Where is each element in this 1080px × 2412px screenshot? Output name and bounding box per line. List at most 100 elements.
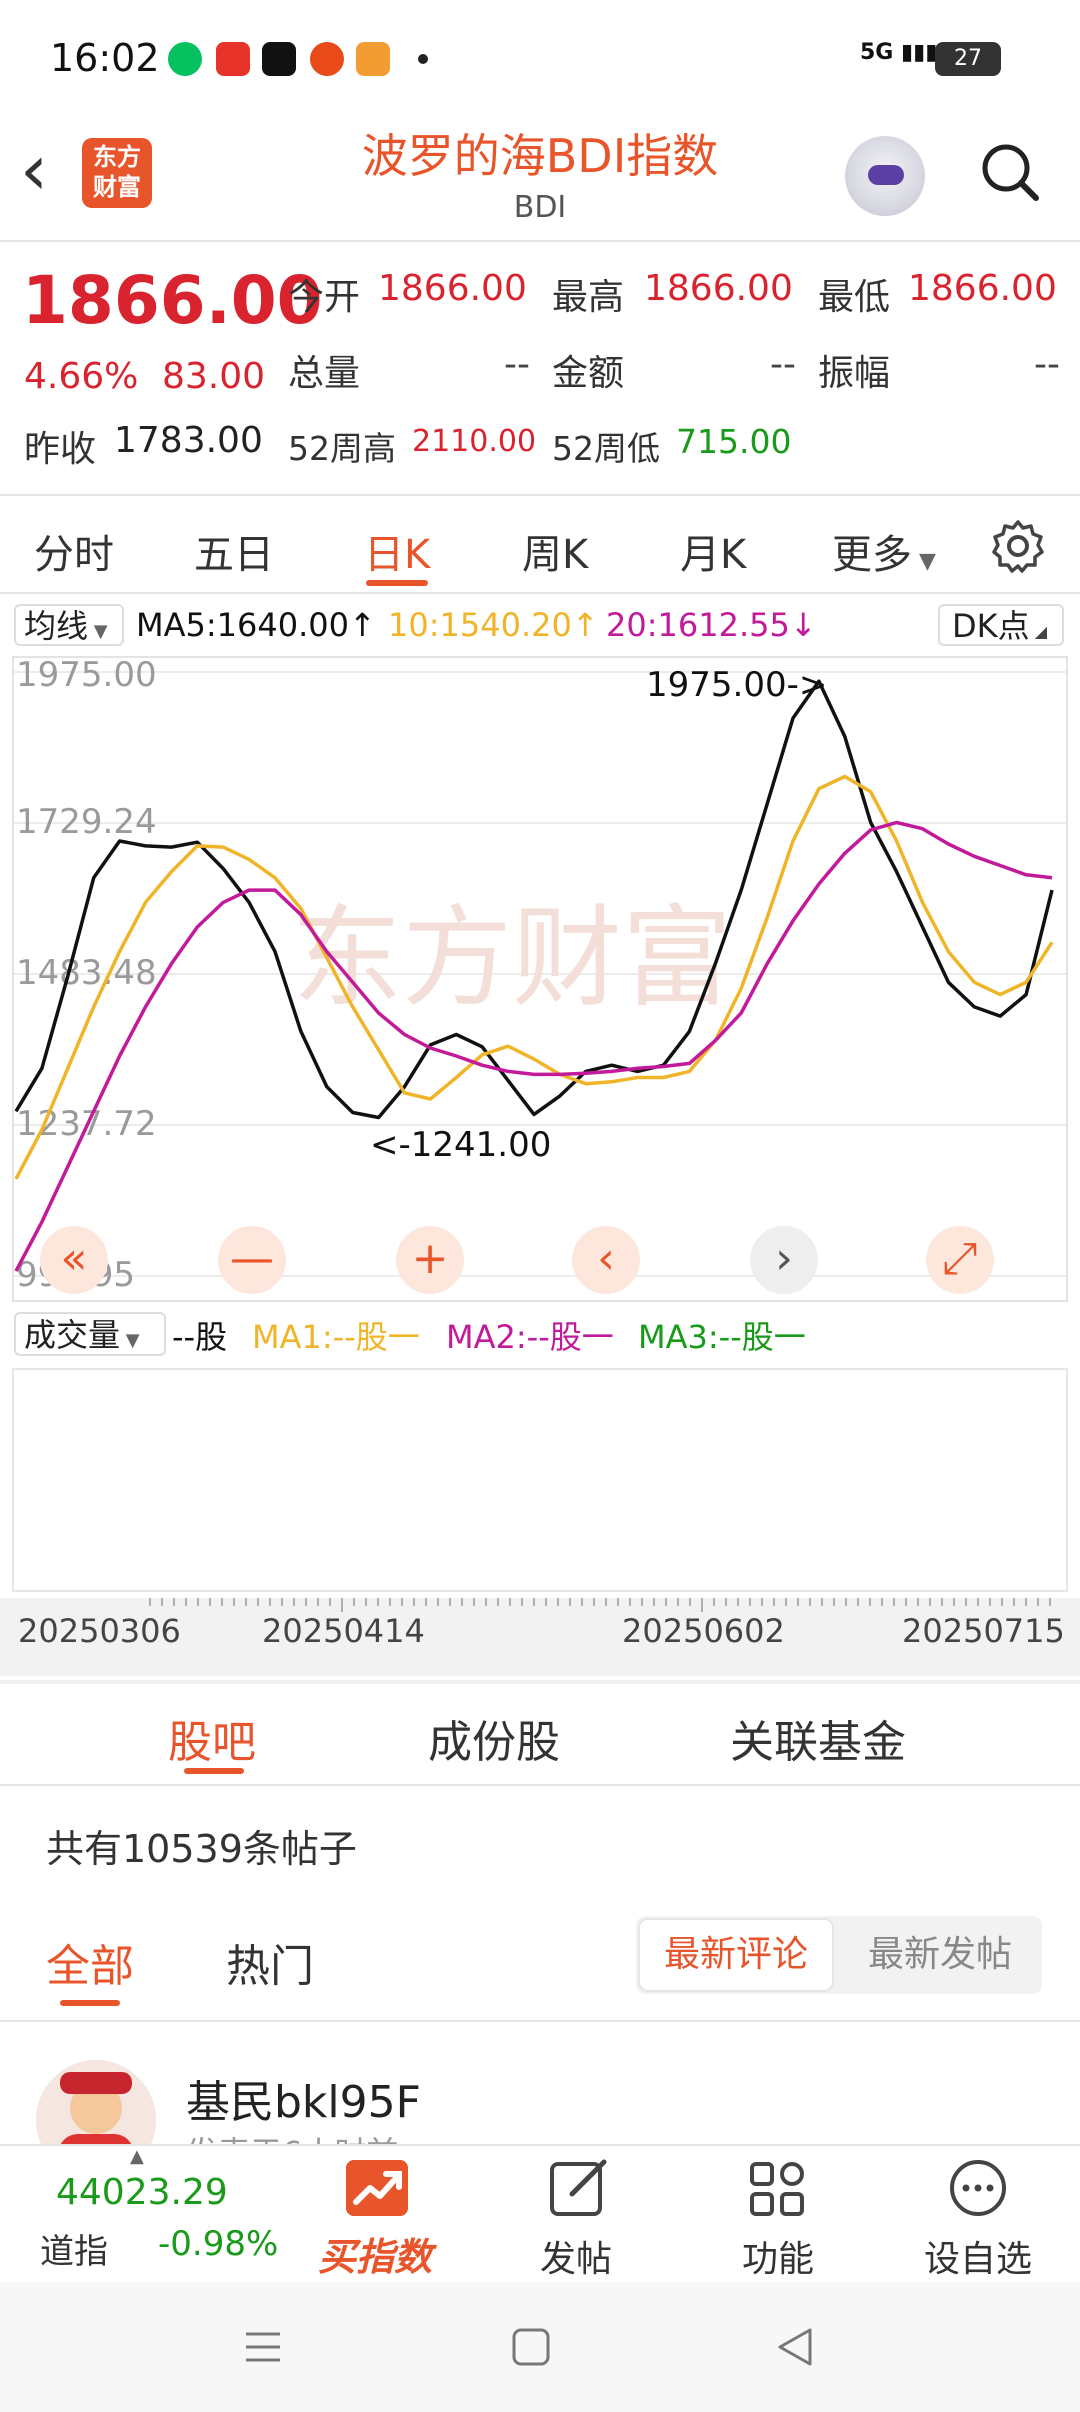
post-username[interactable]: 基民bkl95F	[186, 2066, 421, 2130]
add-watchlist-button[interactable]: 设自选	[924, 2230, 1032, 2282]
tab-monthly-k[interactable]: 月K	[680, 522, 746, 580]
volume-indicator-select[interactable]: 成交量 ▼	[14, 1312, 166, 1356]
amount-value: --	[770, 344, 796, 385]
date-label: 20250414	[262, 1612, 425, 1650]
amplitude-value: --	[1034, 344, 1060, 385]
volume-ma2: MA2:--股一	[446, 1318, 614, 1356]
tiktok-icon	[262, 42, 296, 76]
fullscreen-button[interactable]: ⤢	[926, 1226, 994, 1294]
back-button[interactable]: ‹	[20, 135, 80, 210]
system-nav-bar	[0, 2282, 1080, 2412]
low-annotation: <-1241.00	[370, 1125, 551, 1165]
52w-low-value: 715.00	[676, 422, 792, 461]
chevron-down-icon: ▼	[120, 1330, 140, 1351]
active-tab-indicator	[366, 580, 428, 586]
tab-more-label: 更多	[832, 532, 912, 578]
52w-high-value: 2110.00	[412, 424, 537, 459]
ma5-value: MA5:1640.00↑	[136, 606, 376, 644]
52w-high-label: 52周高	[288, 429, 396, 468]
tab-stock-forum[interactable]: 股吧	[168, 1706, 256, 1770]
filter-all[interactable]: 全部	[46, 1930, 134, 1994]
volume-ma1: MA1:--股一	[252, 1318, 420, 1356]
dk-point-label: DK点	[952, 607, 1030, 645]
search-icon[interactable]	[978, 140, 1042, 204]
grid-icon[interactable]	[746, 2156, 810, 2220]
trend-up-icon[interactable]	[346, 2160, 408, 2216]
app-logo: 东方财富	[82, 138, 152, 208]
edit-post-icon[interactable]	[546, 2156, 610, 2220]
zoom-out-button[interactable]: —	[218, 1226, 286, 1294]
tab-weekly-k[interactable]: 周K	[522, 522, 588, 580]
post-count: 共有10539条帖子	[46, 1827, 357, 1871]
dk-point-select[interactable]: DK点 ◢	[938, 604, 1064, 646]
caret-up-icon: ▲	[130, 2146, 144, 2167]
amount-label: 金额	[552, 353, 625, 394]
robot-visor	[868, 165, 904, 185]
k-line-chart[interactable]: 东方财富 1975.001729.241483.481237.72991.95 …	[12, 656, 1068, 1302]
post-button[interactable]: 发帖	[540, 2230, 612, 2282]
dow-index-value[interactable]: 44023.29	[56, 2172, 228, 2213]
clock: 16:02	[50, 36, 160, 80]
tab-five-day[interactable]: 五日	[194, 522, 274, 580]
low-label: 最低	[818, 277, 891, 318]
header-divider	[0, 240, 1080, 242]
volume-label: 总量	[288, 353, 361, 394]
community-divider	[0, 1784, 1080, 1786]
page-title: 波罗的海BDI指数	[361, 129, 719, 183]
quote-divider	[0, 494, 1080, 496]
date-label: 20250602	[622, 1612, 785, 1650]
weibo-icon	[310, 42, 344, 76]
y-tick-label: 1483.48	[16, 953, 157, 993]
buy-index-button[interactable]: 买指数	[318, 2226, 432, 2281]
tab-constituents[interactable]: 成份股	[428, 1706, 560, 1770]
volume-select-label: 成交量	[24, 1316, 121, 1354]
date-label: 20250306	[18, 1612, 181, 1650]
tab-related-funds[interactable]: 关联基金	[730, 1706, 906, 1770]
zoom-in-button[interactable]: +	[396, 1226, 464, 1294]
next-button[interactable]: ›	[750, 1226, 818, 1294]
sort-latest-comment[interactable]: 最新评论	[638, 1918, 834, 1992]
prev-close-value: 1783.00	[114, 420, 263, 461]
video-app-icon	[216, 42, 250, 76]
rewind-button[interactable]: «	[40, 1226, 108, 1294]
indicator-select[interactable]: 均线 ▼	[14, 604, 124, 646]
battery-icon: 27	[935, 42, 1001, 76]
prev-close-label: 昨收	[24, 429, 97, 470]
corner-triangle-icon: ◢	[1029, 622, 1048, 641]
section-divider	[0, 1680, 1080, 1684]
low-value: 1866.00	[908, 268, 1057, 309]
open-value: 1866.00	[378, 268, 527, 309]
avatar-hat	[60, 2072, 132, 2094]
change-value: 83.00	[162, 356, 266, 397]
filter-hot[interactable]: 热门	[226, 1930, 314, 1994]
high-value: 1866.00	[644, 268, 793, 309]
dow-index-name[interactable]: 道指	[40, 2224, 108, 2273]
indicator-select-label: 均线	[24, 607, 89, 645]
prev-button[interactable]: ‹	[572, 1226, 640, 1294]
page-subtitle: BDI	[513, 190, 567, 225]
function-button[interactable]: 功能	[742, 2230, 814, 2282]
back-nav-icon[interactable]	[772, 2324, 818, 2370]
volume-chart[interactable]	[12, 1368, 1068, 1592]
network-type: 5G	[860, 40, 894, 65]
wechat-icon	[168, 42, 202, 76]
tab-daily-k[interactable]: 日K	[364, 522, 430, 580]
sort-latest-post[interactable]: 最新发帖	[840, 1918, 1040, 1992]
gear-icon[interactable]	[990, 518, 1046, 574]
dow-index-change[interactable]: -0.98%	[158, 2224, 278, 2264]
menu-icon[interactable]	[240, 2324, 286, 2370]
more-circle-icon[interactable]	[946, 2156, 1010, 2220]
tab-more[interactable]: 更多 ▼	[832, 522, 936, 580]
tab-intraday[interactable]: 分时	[34, 522, 114, 580]
volume-value: --	[504, 344, 530, 385]
battery-level: 27	[954, 46, 982, 71]
ma20-value: 20:1612.55↓	[606, 606, 817, 644]
volume-unit: --股	[172, 1318, 228, 1356]
52w-low-label: 52周低	[552, 429, 660, 468]
open-label: 今开	[288, 277, 361, 318]
active-tab-indicator	[184, 1768, 244, 1774]
home-icon[interactable]	[508, 2324, 554, 2370]
amplitude-label: 振幅	[818, 353, 891, 394]
high-label: 最高	[552, 277, 625, 318]
volume-ma3: MA3:--股一	[638, 1318, 806, 1356]
